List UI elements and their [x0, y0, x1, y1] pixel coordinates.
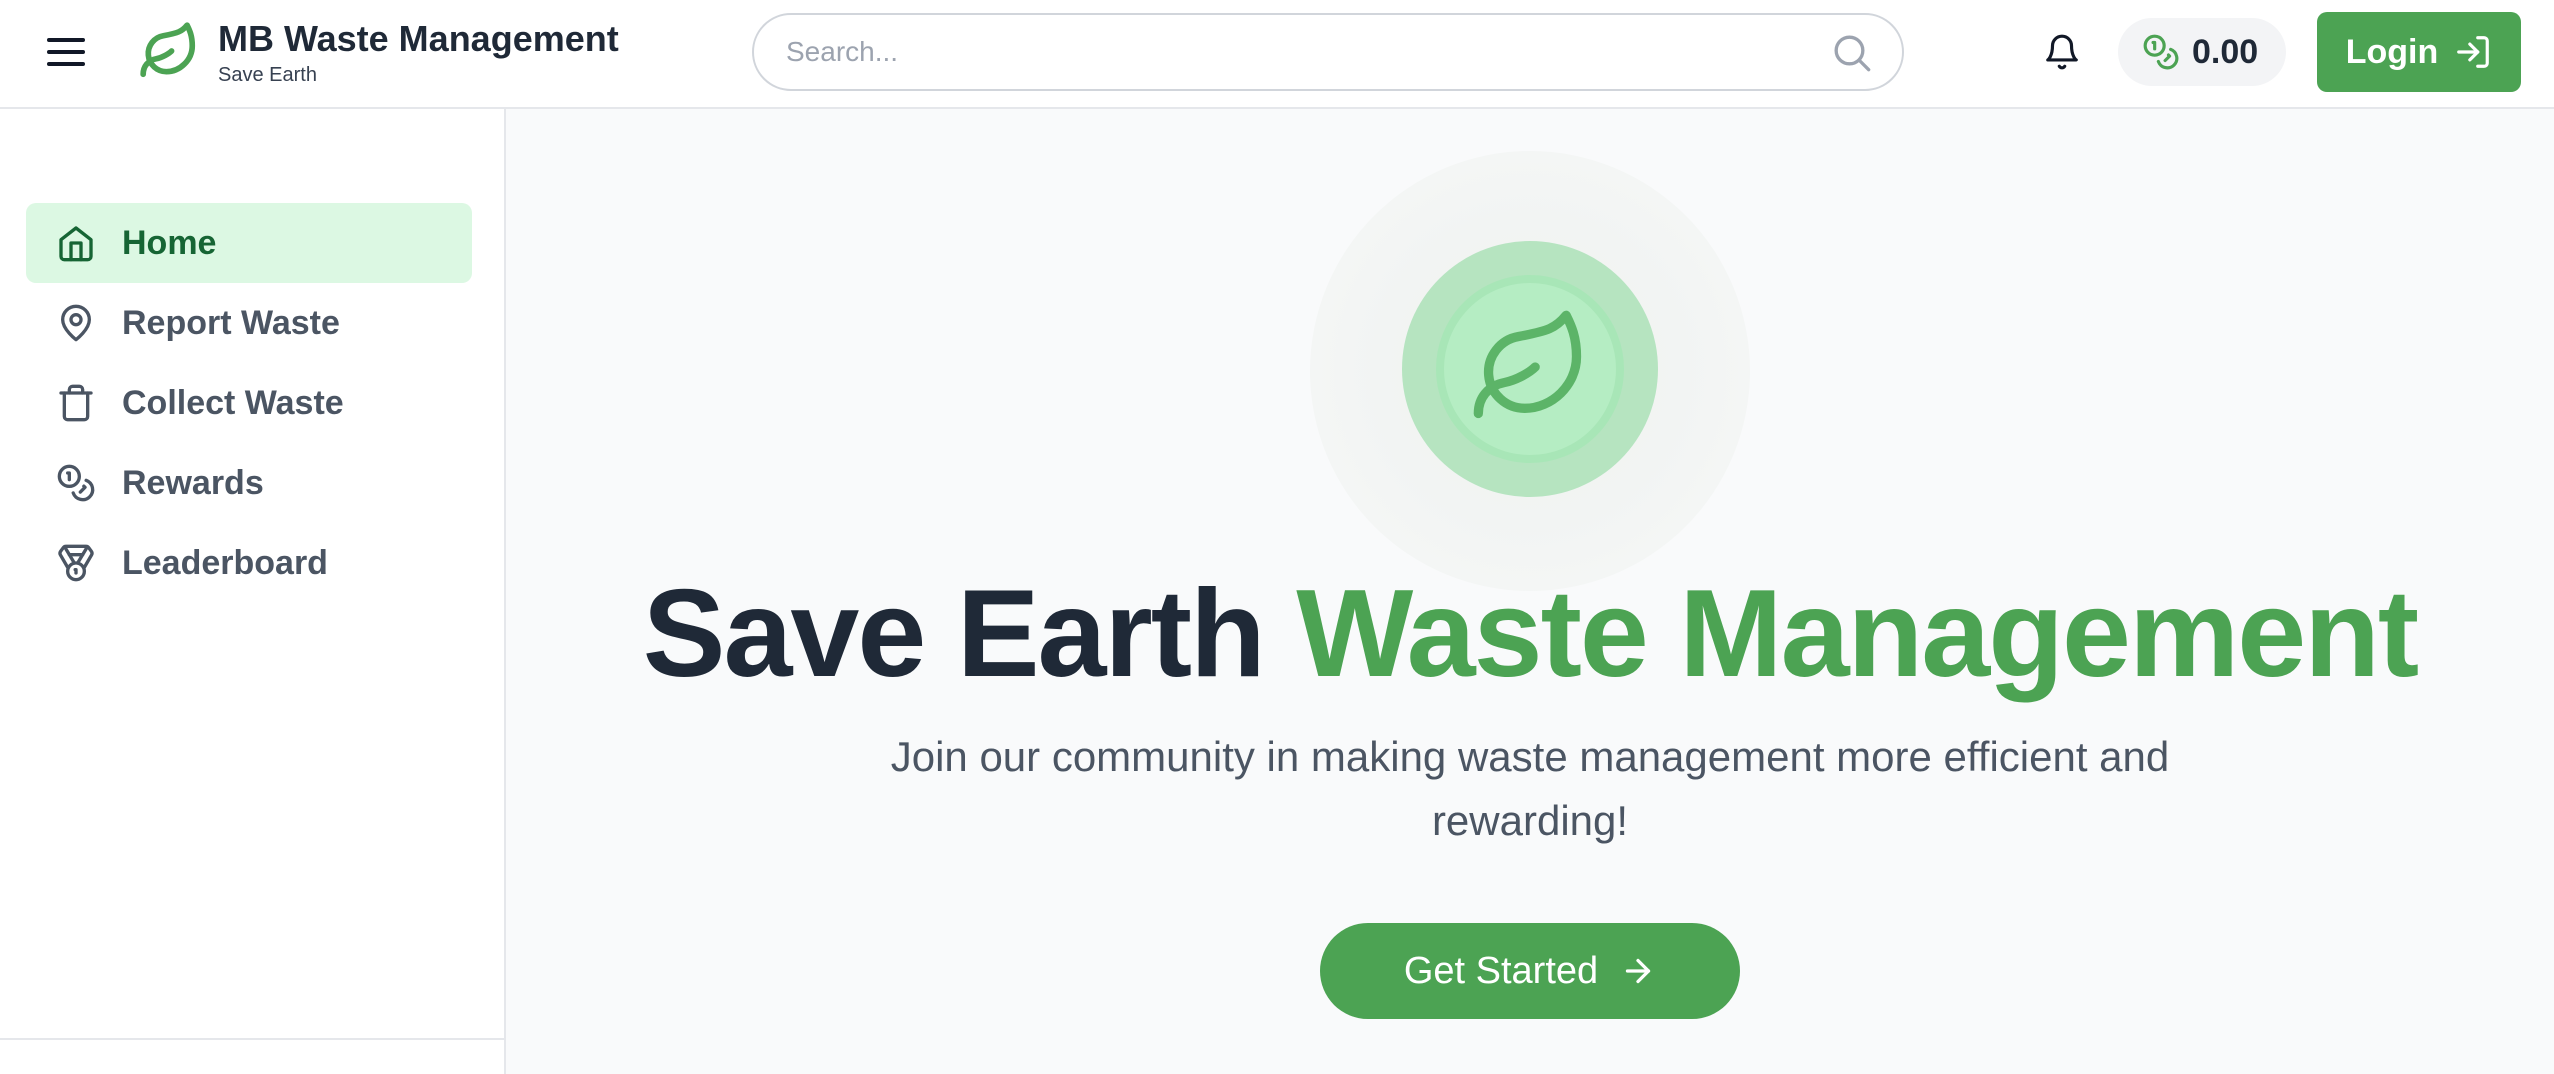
- sidebar-divider: [0, 1038, 504, 1040]
- leaf-icon[interactable]: [138, 20, 200, 82]
- sidebar-item-label: Home: [122, 223, 217, 262]
- sidebar-item-rewards[interactable]: Rewards: [26, 443, 472, 523]
- top-header: MB Waste Management Save Earth 0.00 Logi…: [0, 0, 2554, 109]
- brand-subtitle: Save Earth: [218, 64, 317, 86]
- coins-icon: [2143, 34, 2179, 70]
- log-in-icon: [2457, 36, 2490, 68]
- balance-display[interactable]: 0.00: [2118, 18, 2286, 86]
- coins-icon: [57, 464, 95, 502]
- main-content: Save Earth Waste Management Join our com…: [506, 109, 2554, 1074]
- get-started-button[interactable]: Get Started: [1320, 923, 1740, 1019]
- login-label: Login: [2345, 32, 2439, 71]
- map-pin-icon: [61, 304, 92, 342]
- home-icon: [59, 226, 93, 262]
- balance-value: 0.00: [2192, 32, 2259, 71]
- sidebar-item-label: Leaderboard: [122, 543, 328, 582]
- arrow-right-icon: [1626, 958, 1651, 984]
- sidebar-item-label: Collect Waste: [122, 383, 344, 422]
- search-icon[interactable]: [1832, 33, 1872, 73]
- search-input[interactable]: [786, 15, 1806, 89]
- hero-title-green: Waste Management: [1296, 565, 2419, 703]
- brand-title: MB Waste Management: [218, 18, 619, 59]
- sidebar-item-label: Report Waste: [122, 303, 340, 342]
- sidebar-item-home[interactable]: Home: [26, 203, 472, 283]
- hero-title-dark: Save Earth: [642, 565, 1266, 703]
- sidebar-item-collect-waste[interactable]: Collect Waste: [26, 363, 472, 443]
- hero-subtitle: Join our community in making waste manag…: [890, 733, 2170, 844]
- hamburger-menu-icon[interactable]: [46, 32, 86, 72]
- trash-icon: [59, 384, 93, 422]
- sidebar: Home Report Waste Collect Waste Rewards: [0, 109, 506, 1074]
- bell-icon[interactable]: [2040, 30, 2084, 74]
- login-button[interactable]: Login: [2317, 12, 2521, 92]
- sidebar-item-label: Rewards: [122, 463, 264, 502]
- leaf-icon: [1473, 310, 1582, 419]
- search-bar: [752, 13, 1904, 91]
- sidebar-item-report-waste[interactable]: Report Waste: [26, 283, 472, 363]
- get-started-label: Get Started: [1403, 949, 1599, 992]
- medal-icon: [58, 544, 94, 582]
- hero-title: Save Earth Waste Management: [506, 559, 2554, 709]
- sidebar-item-leaderboard[interactable]: Leaderboard: [26, 523, 472, 603]
